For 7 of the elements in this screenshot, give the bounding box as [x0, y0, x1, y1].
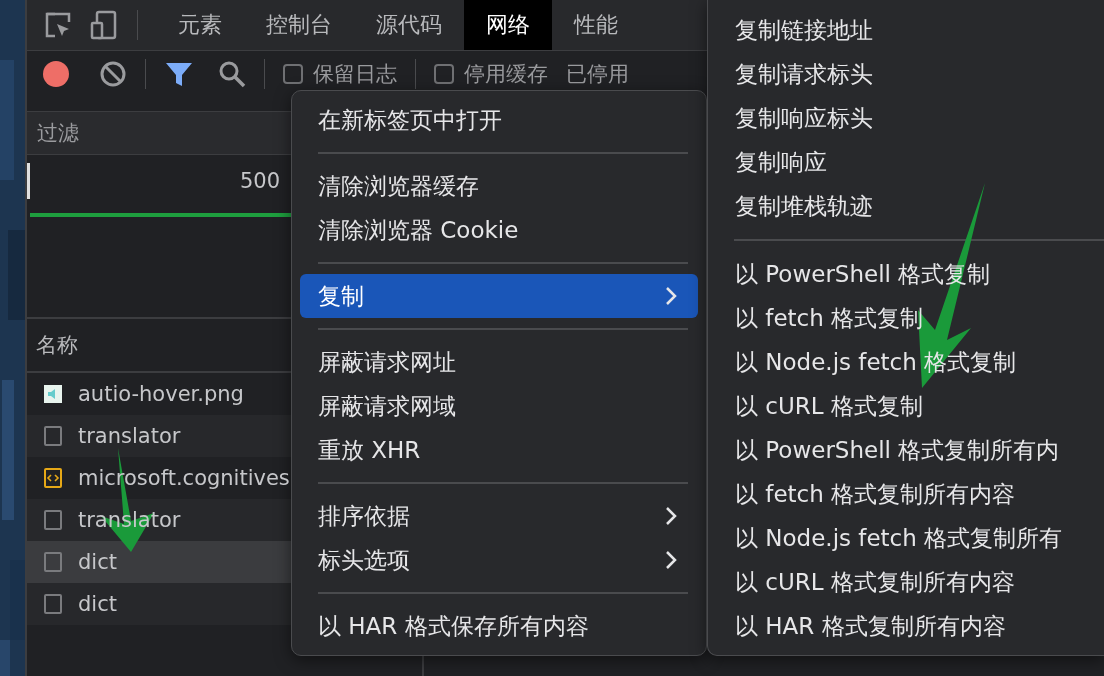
request-name: translator — [78, 424, 181, 448]
request-name: dict — [78, 592, 117, 616]
request-name: autio-hover.png — [78, 382, 244, 406]
time-tick: 500 — [240, 169, 281, 193]
checkbox-label: 保留日志 — [313, 61, 397, 88]
request-name: dict — [78, 550, 117, 574]
checkbox-label: 停用缓存 — [464, 61, 548, 88]
